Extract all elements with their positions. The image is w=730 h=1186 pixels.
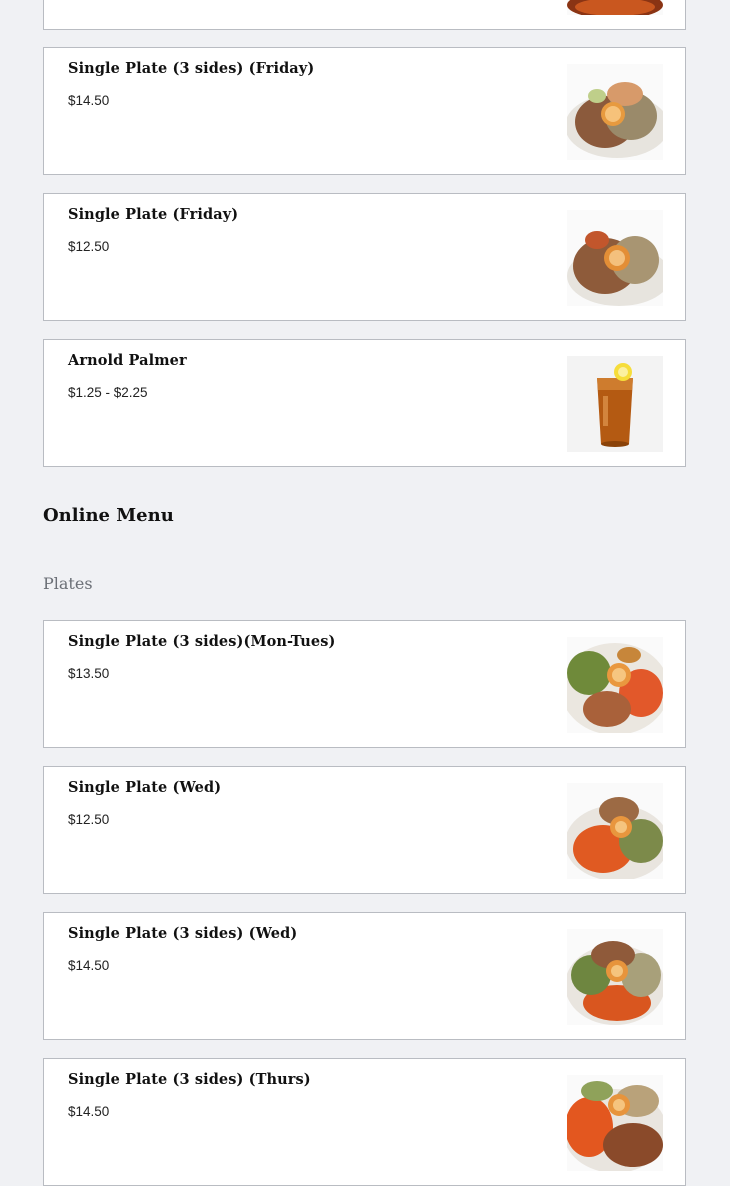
iced-tea-photo (567, 356, 663, 452)
food-photo (567, 0, 663, 15)
menu-item-price: $13.50 (68, 666, 110, 681)
menu-item-name: Single Plate (Friday) (68, 206, 239, 223)
food-photo (567, 783, 663, 879)
menu-item-name: Single Plate (Wed) (68, 779, 222, 796)
menu-item-card[interactable]: Single Plate (Friday) $12.50 (43, 193, 686, 321)
menu-item-price: $14.50 (68, 958, 110, 973)
menu-item-card[interactable] (43, 0, 686, 30)
menu-item-name: Single Plate (3 sides) (Friday) (68, 60, 315, 77)
menu-item-card[interactable]: Single Plate (3 sides) (Wed) $14.50 (43, 912, 686, 1040)
food-photo (567, 64, 663, 160)
menu-item-name: Single Plate (3 sides)(Mon-Tues) (68, 633, 336, 650)
food-photo (567, 210, 663, 306)
menu-item-card[interactable]: Single Plate (Wed) $12.50 (43, 766, 686, 894)
menu-item-name: Single Plate (3 sides) (Wed) (68, 925, 298, 942)
menu-item-card[interactable]: Single Plate (3 sides) (Friday) $14.50 (43, 47, 686, 175)
menu-item-price: $12.50 (68, 239, 110, 254)
section-title: Online Menu (43, 505, 174, 526)
menu-item-card[interactable]: Arnold Palmer $1.25 - $2.25 (43, 339, 686, 467)
menu-item-price: $1.25 - $2.25 (68, 385, 148, 400)
food-photo (567, 1075, 663, 1171)
menu-item-card[interactable]: Single Plate (3 sides) (Thurs) $14.50 (43, 1058, 686, 1186)
menu-item-name: Arnold Palmer (68, 352, 187, 369)
food-photo (567, 929, 663, 1025)
food-photo (567, 637, 663, 733)
menu-item-name: Single Plate (3 sides) (Thurs) (68, 1071, 311, 1088)
menu-item-price: $12.50 (68, 812, 110, 827)
menu-item-price: $14.50 (68, 93, 110, 108)
menu-item-price: $14.50 (68, 1104, 110, 1119)
menu-item-card[interactable]: Single Plate (3 sides)(Mon-Tues) $13.50 (43, 620, 686, 748)
category-title: Plates (43, 574, 93, 593)
